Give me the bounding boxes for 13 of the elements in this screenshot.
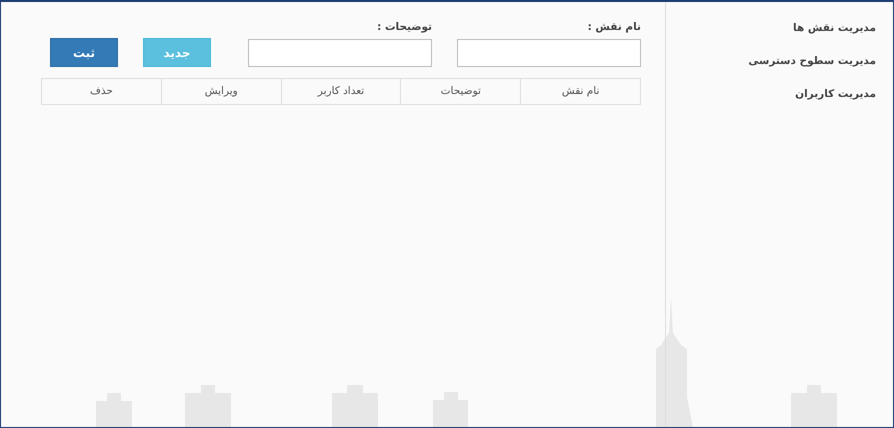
- sidebar-item[interactable]: مدیریت کاربران: [666, 86, 876, 103]
- submit-button[interactable]: ثبت: [50, 38, 118, 67]
- column-header: توضیحات: [400, 78, 521, 104]
- column-header: حذف: [42, 78, 162, 104]
- sidebar-item[interactable]: مدیریت سطوح دسترسی: [666, 53, 876, 70]
- sidebar-item[interactable]: مدیریت نقش ها: [666, 20, 876, 37]
- field-label: نام نقش :: [586, 20, 641, 34]
- column-header: نام نقش: [520, 78, 640, 104]
- input-field[interactable]: [457, 39, 641, 67]
- column-header: ویرایش: [161, 78, 282, 104]
- column-header: تعداد کاربر: [281, 78, 401, 104]
- input-field[interactable]: [248, 39, 432, 67]
- field-label: توضیحات :: [376, 20, 432, 34]
